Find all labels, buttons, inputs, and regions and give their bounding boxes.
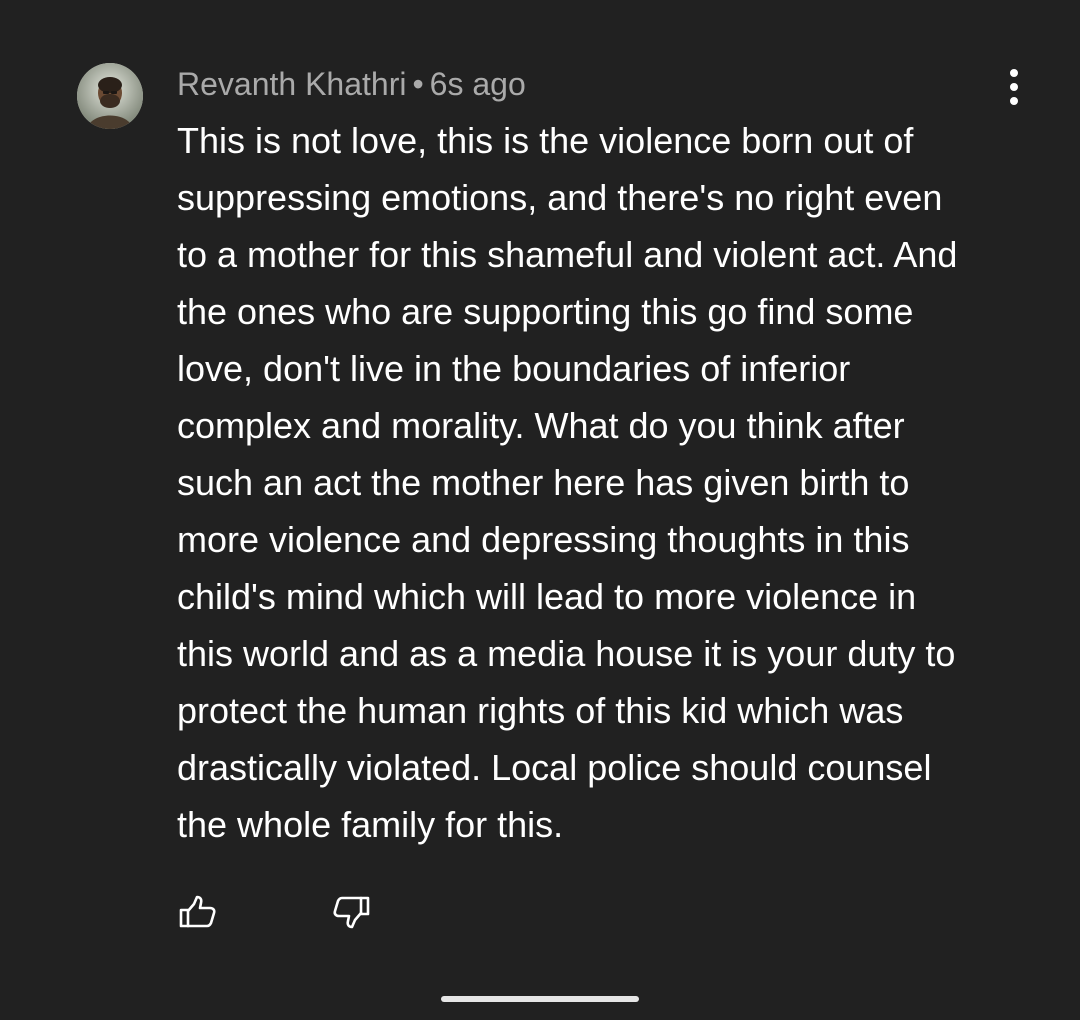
- more-vertical-icon-dot: [1010, 83, 1018, 91]
- author-avatar[interactable]: [77, 63, 143, 129]
- comment-line: such an act the mother here has given bi…: [177, 462, 910, 503]
- more-options-button[interactable]: [994, 64, 1034, 110]
- comment-line: love, don't live in the boundaries of in…: [177, 348, 851, 389]
- comment-line: drastically violated. Local police shoul…: [177, 747, 932, 788]
- more-vertical-icon: [1010, 69, 1018, 77]
- comment-line: the whole family for this.: [177, 804, 564, 845]
- meta-separator: •: [412, 66, 424, 102]
- comment-line: this world and as a media house it is yo…: [177, 633, 956, 674]
- comment-timestamp: 6s ago: [429, 66, 526, 102]
- dislike-button[interactable]: [328, 890, 374, 936]
- comment-text: This is not love, this is the violence b…: [177, 112, 1057, 853]
- comment-actions: [0, 890, 1080, 940]
- comment-meta: Revanth Khathri • 6s ago: [177, 64, 526, 104]
- comment-line: to a mother for this shameful and violen…: [177, 234, 958, 275]
- comment-line: more violence and depressing thoughts in…: [177, 519, 910, 560]
- like-button[interactable]: [175, 890, 221, 936]
- thumbs-up-icon: [179, 895, 216, 928]
- comment-line: suppressing emotions, and there's no rig…: [177, 177, 943, 218]
- comment-line: This is not love, this is the violence b…: [177, 120, 914, 161]
- comment-line: protect the human rights of this kid whi…: [177, 690, 904, 731]
- comment-line: complex and morality. What do you think …: [177, 405, 905, 446]
- avatar-photo: [77, 63, 143, 129]
- comment-line: child's mind which will lead to more vio…: [177, 576, 917, 617]
- home-indicator-bar[interactable]: [441, 996, 639, 1002]
- comment-line: the ones who are supporting this go find…: [177, 291, 914, 332]
- comment-card: Revanth Khathri • 6s ago This is not love,…: [0, 0, 1080, 1020]
- more-vertical-icon-dot: [1010, 97, 1018, 105]
- thumbs-down-icon: [333, 896, 370, 929]
- author-name[interactable]: Revanth Khathri: [177, 66, 406, 102]
